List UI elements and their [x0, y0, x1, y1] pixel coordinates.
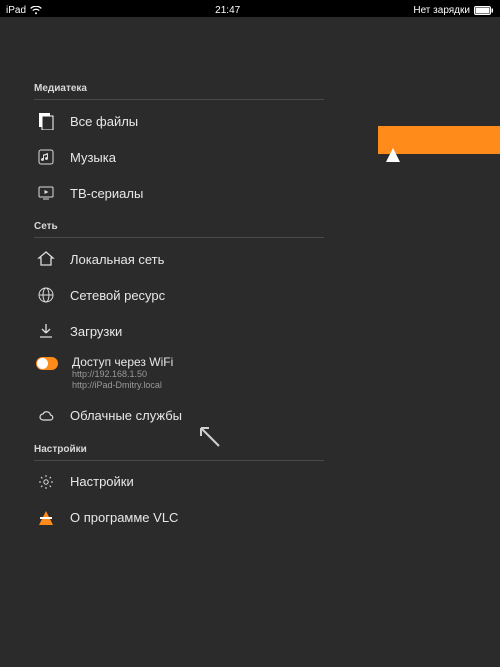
home-icon	[36, 249, 56, 269]
section-media: Медиатека	[34, 83, 324, 100]
sidebar: Медиатека Все файлы Музыка ТВ-сериалы	[34, 73, 324, 536]
label: Сетевой ресурс	[70, 288, 322, 303]
sidebar-item-downloads[interactable]: Загрузки	[34, 313, 324, 349]
label: ТВ-сериалы	[70, 186, 322, 201]
sidebar-item-music[interactable]: Музыка	[34, 139, 324, 175]
sidebar-item-all-files[interactable]: Все файлы	[34, 103, 324, 139]
label: Все файлы	[70, 114, 322, 129]
sidebar-item-tv[interactable]: ТВ-сериалы	[34, 175, 324, 211]
sidebar-item-wifi-sharing[interactable]: Доступ через WiFi http://192.168.1.50 ht…	[34, 349, 324, 398]
sidebar-item-lan[interactable]: Локальная сеть	[34, 241, 324, 277]
sidebar-item-network-resource[interactable]: Сетевой ресурс	[34, 277, 324, 313]
app-content: Медиатека Все файлы Музыка ТВ-сериалы	[0, 17, 500, 667]
vlc-cone-icon	[36, 508, 56, 528]
globe-icon	[36, 285, 56, 305]
label: Загрузки	[70, 324, 322, 339]
wifi-url-2: http://iPad-Dmitry.local	[72, 380, 322, 391]
label: Облачные службы	[70, 408, 322, 423]
label: Музыка	[70, 150, 322, 165]
wifi-toggle[interactable]	[36, 357, 58, 370]
sidebar-item-settings[interactable]: Настройки	[34, 464, 324, 500]
battery-text: Нет зарядки	[413, 5, 470, 16]
sidebar-item-cloud[interactable]: Облачные службы	[34, 398, 324, 434]
sidebar-item-about[interactable]: О программе VLC	[34, 500, 324, 536]
wifi-url-1: http://192.168.1.50	[72, 369, 322, 380]
battery-icon	[474, 6, 494, 15]
label: Локальная сеть	[70, 252, 322, 267]
device-label: iPad	[6, 5, 26, 16]
header-bar	[378, 126, 500, 154]
clock: 21:47	[215, 5, 240, 16]
label: О программе VLC	[70, 510, 322, 525]
section-network: Сеть	[34, 221, 324, 238]
wifi-icon	[30, 6, 42, 15]
music-icon	[36, 147, 56, 167]
vlc-cone-icon	[386, 131, 400, 149]
tv-icon	[36, 183, 56, 203]
label: Настройки	[70, 474, 322, 489]
cloud-icon	[36, 406, 56, 426]
download-icon	[36, 321, 56, 341]
gear-icon	[36, 472, 56, 492]
status-bar: iPad 21:47 Нет зарядки	[0, 0, 500, 17]
wifi-title: Доступ через WiFi	[72, 355, 322, 369]
files-icon	[36, 111, 56, 131]
section-settings: Настройки	[34, 444, 324, 461]
